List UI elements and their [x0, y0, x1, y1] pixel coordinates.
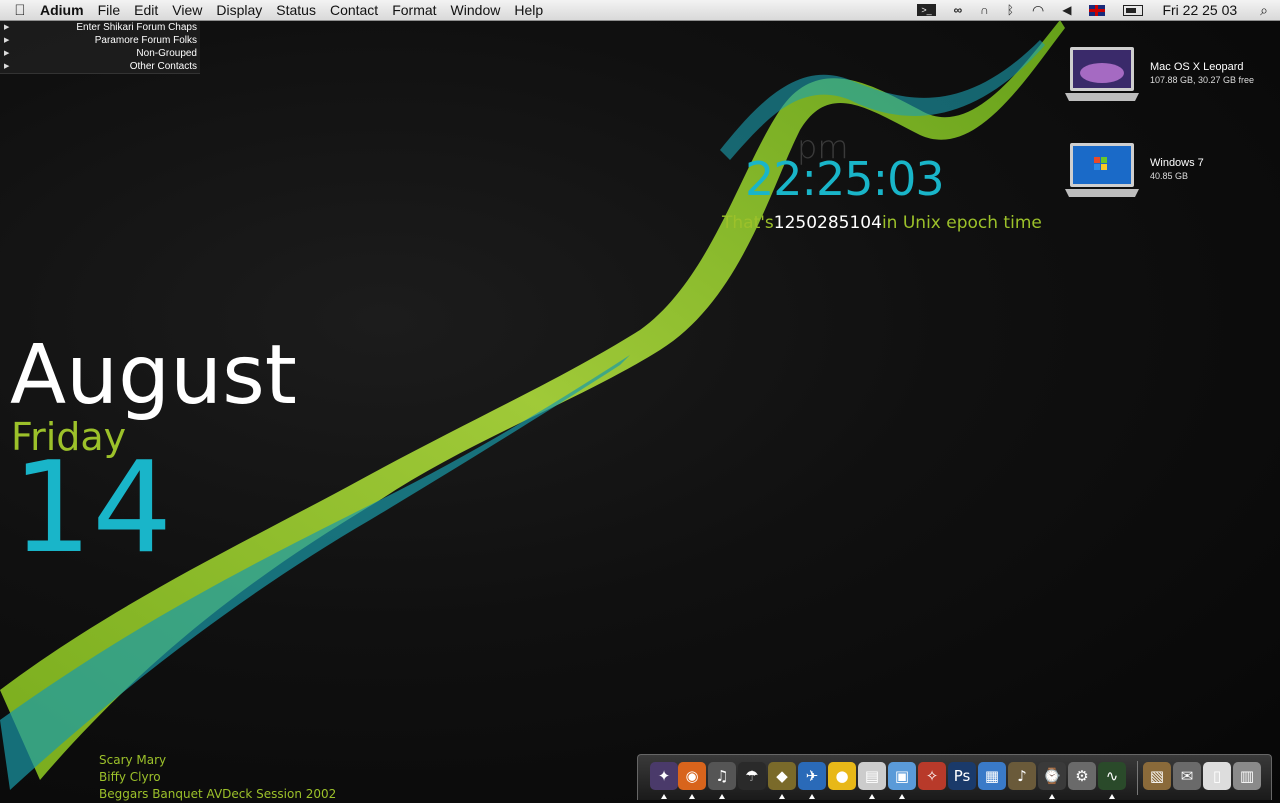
- track-artist: Biffy Clyro: [99, 770, 161, 784]
- twitter-bird-icon[interactable]: ✈: [798, 762, 826, 790]
- disclosure-triangle-icon[interactable]: ▶: [4, 21, 9, 34]
- documents-stack-icon[interactable]: ▧: [1143, 762, 1171, 790]
- menu-help[interactable]: Help: [514, 2, 543, 18]
- preview-icon[interactable]: ▣: [888, 762, 916, 790]
- running-indicator: [869, 794, 875, 799]
- firefox-icon[interactable]: ◉: [678, 762, 706, 790]
- disclosure-triangle-icon[interactable]: ▶: [4, 34, 9, 47]
- drive-windows-7[interactable]: Windows 7 40.85 GB: [1064, 141, 1204, 199]
- activity-monitor-icon[interactable]: ∿: [1098, 762, 1126, 790]
- running-indicator: [809, 794, 815, 799]
- wifi-icon[interactable]: ◠: [1032, 2, 1044, 19]
- trash-icon[interactable]: ▥: [1233, 762, 1261, 790]
- menu-format[interactable]: Format: [392, 2, 436, 18]
- disclosure-triangle-icon[interactable]: ▶: [4, 60, 9, 73]
- menu-extras: >_ ∞ ∩ ᛒ ◠ ◀ Fri 22 25 03 ⌕: [908, 0, 1280, 20]
- menu-display[interactable]: Display: [216, 2, 262, 18]
- menu-file[interactable]: File: [98, 2, 121, 18]
- battery-icon[interactable]: [1123, 4, 1144, 16]
- clock-time: 22:25:03: [745, 152, 945, 206]
- system-preferences-icon[interactable]: ⚙: [1068, 762, 1096, 790]
- epoch-prefix: That's: [722, 213, 774, 233]
- lastfm-icon[interactable]: ∞: [954, 3, 963, 17]
- laptop-drive-icon: [1065, 47, 1139, 101]
- apple-menu-icon[interactable]: : [0, 2, 40, 19]
- menu-view[interactable]: View: [172, 2, 202, 18]
- menu-window[interactable]: Window: [451, 2, 501, 18]
- laptop-drive-icon: [1065, 143, 1139, 197]
- volume-icon[interactable]: ◀: [1062, 3, 1071, 17]
- contact-group[interactable]: ▶ Non-Grouped: [0, 47, 200, 60]
- transmit-icon[interactable]: ✧: [918, 762, 946, 790]
- drive-mac-os[interactable]: Mac OS X Leopard 107.88 GB, 30.27 GB fre…: [1064, 45, 1254, 103]
- menu-status[interactable]: Status: [276, 2, 316, 18]
- disclosure-triangle-icon[interactable]: ▶: [4, 47, 9, 60]
- uk-flag-icon[interactable]: [1089, 4, 1106, 16]
- headphones-icon[interactable]: ∩: [980, 3, 989, 17]
- contact-list: ▶ Enter Shikari Forum Chaps ▶ Paramore F…: [0, 21, 200, 74]
- date-day: 14: [12, 434, 173, 581]
- track-title: Scary Mary: [99, 753, 167, 767]
- contact-group[interactable]: ▶ Other Contacts: [0, 60, 200, 73]
- contact-group-label: Other Contacts: [129, 61, 197, 72]
- now-playing: Scary Mary Biffy Clyro Beggars Banquet A…: [99, 752, 336, 803]
- adium-icon[interactable]: ◆: [768, 762, 796, 790]
- running-indicator: [779, 794, 785, 799]
- running-indicator: [899, 794, 905, 799]
- newspaper-icon[interactable]: ▤: [858, 762, 886, 790]
- running-indicator: [1109, 794, 1115, 799]
- menu-contact[interactable]: Contact: [330, 2, 378, 18]
- contact-group-label: Paramore Forum Folks: [94, 35, 197, 46]
- drive-name: Mac OS X Leopard: [1150, 61, 1244, 73]
- contact-group-label: Non-Grouped: [136, 48, 197, 59]
- drive-size: 40.85 GB: [1150, 171, 1189, 181]
- epoch-value: 1250285104: [773, 213, 882, 233]
- drive-size: 107.88 GB, 30.27 GB free: [1150, 75, 1255, 85]
- duck-icon[interactable]: ●: [828, 762, 856, 790]
- itunes-icon[interactable]: ♫: [708, 762, 736, 790]
- calendar-icon[interactable]: ▦: [978, 762, 1006, 790]
- menu-edit[interactable]: Edit: [134, 2, 158, 18]
- epoch-line: That's1250285104in Unix epoch time: [722, 213, 1042, 233]
- running-indicator: [719, 794, 725, 799]
- photoshop-icon[interactable]: Ps: [948, 762, 976, 790]
- contact-group[interactable]: ▶ Paramore Forum Folks: [0, 34, 200, 47]
- epoch-suffix: in Unix epoch time: [881, 213, 1042, 233]
- menu-bar:  Adium File Edit View Display Status Co…: [0, 0, 1280, 21]
- running-indicator: [661, 794, 667, 799]
- contact-group-label: Enter Shikari Forum Chaps: [76, 22, 197, 33]
- terminal-icon[interactable]: >_: [917, 4, 936, 16]
- track-album: Beggars Banquet AVDeck Session 2002: [99, 787, 337, 801]
- downloads-stack-icon[interactable]: ▯: [1203, 762, 1231, 790]
- drive-name: Windows 7: [1150, 157, 1204, 169]
- contact-group[interactable]: ▶ Enter Shikari Forum Chaps: [0, 21, 200, 34]
- spotlight-search-icon[interactable]: ⌕: [1260, 2, 1268, 19]
- guitar-icon[interactable]: ♪: [1008, 762, 1036, 790]
- dock-separator: [1137, 761, 1138, 795]
- launcher-icon[interactable]: ✦: [650, 762, 678, 790]
- running-indicator: [689, 794, 695, 799]
- menubar-clock[interactable]: Fri 22 25 03: [1162, 2, 1237, 18]
- bluetooth-icon[interactable]: ᛒ: [1007, 3, 1014, 17]
- menu-app-name[interactable]: Adium: [40, 2, 84, 18]
- mail-icon[interactable]: ✉: [1173, 762, 1201, 790]
- running-indicator: [1049, 794, 1055, 799]
- dock: ✦ ◉ ♫ ☂ ◆ ✈ ● ▤ ▣ ✧ Ps ▦ ♪ ⌚ ⚙ ∿ ▧ ✉ ▯ ▥: [637, 754, 1272, 800]
- date-month: August: [10, 328, 297, 423]
- camino-icon[interactable]: ☂: [738, 762, 766, 790]
- time-machine-icon[interactable]: ⌚: [1038, 762, 1066, 790]
